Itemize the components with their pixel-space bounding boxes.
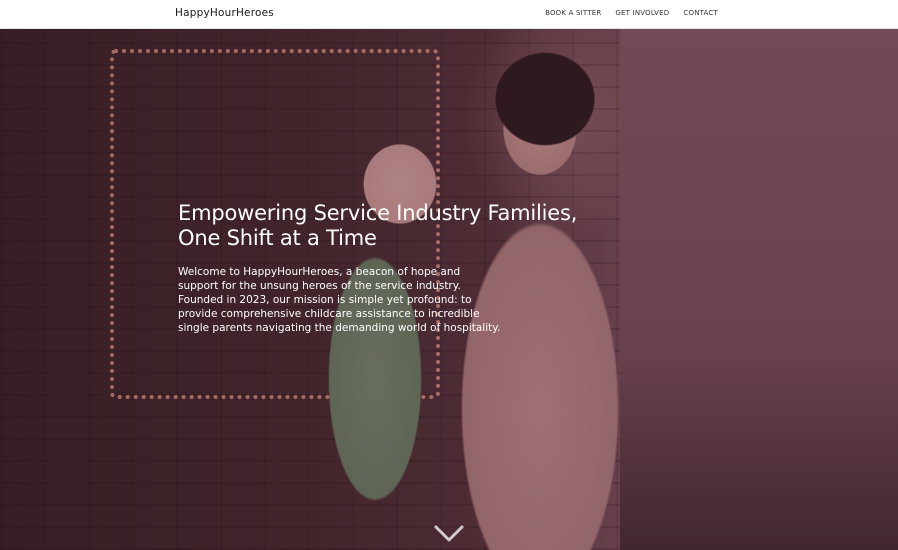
main-nav: BOOK A SITTER GET INVOLVED CONTACT	[545, 9, 718, 17]
hero-title-line-1: Empowering Service Industry Families,	[178, 201, 578, 225]
site-header: HappyHourHeroes BOOK A SITTER GET INVOLV…	[0, 0, 898, 29]
site-logo[interactable]: HappyHourHeroes	[175, 7, 274, 19]
hero-title: Empowering Service Industry Families, On…	[178, 201, 598, 251]
hero-description: Welcome to HappyHourHeroes, a beacon of …	[178, 266, 501, 334]
nav-book-a-sitter[interactable]: BOOK A SITTER	[545, 9, 601, 17]
hero-content: Empowering Service Industry Families, On…	[178, 201, 598, 335]
nav-get-involved[interactable]: GET INVOLVED	[615, 9, 669, 17]
chevron-down-icon	[434, 525, 464, 542]
hero-section: Empowering Service Industry Families, On…	[0, 29, 898, 550]
hero-title-line-2: One Shift at a Time	[178, 226, 377, 250]
nav-contact[interactable]: CONTACT	[683, 9, 718, 17]
scroll-down-button[interactable]	[434, 524, 464, 544]
